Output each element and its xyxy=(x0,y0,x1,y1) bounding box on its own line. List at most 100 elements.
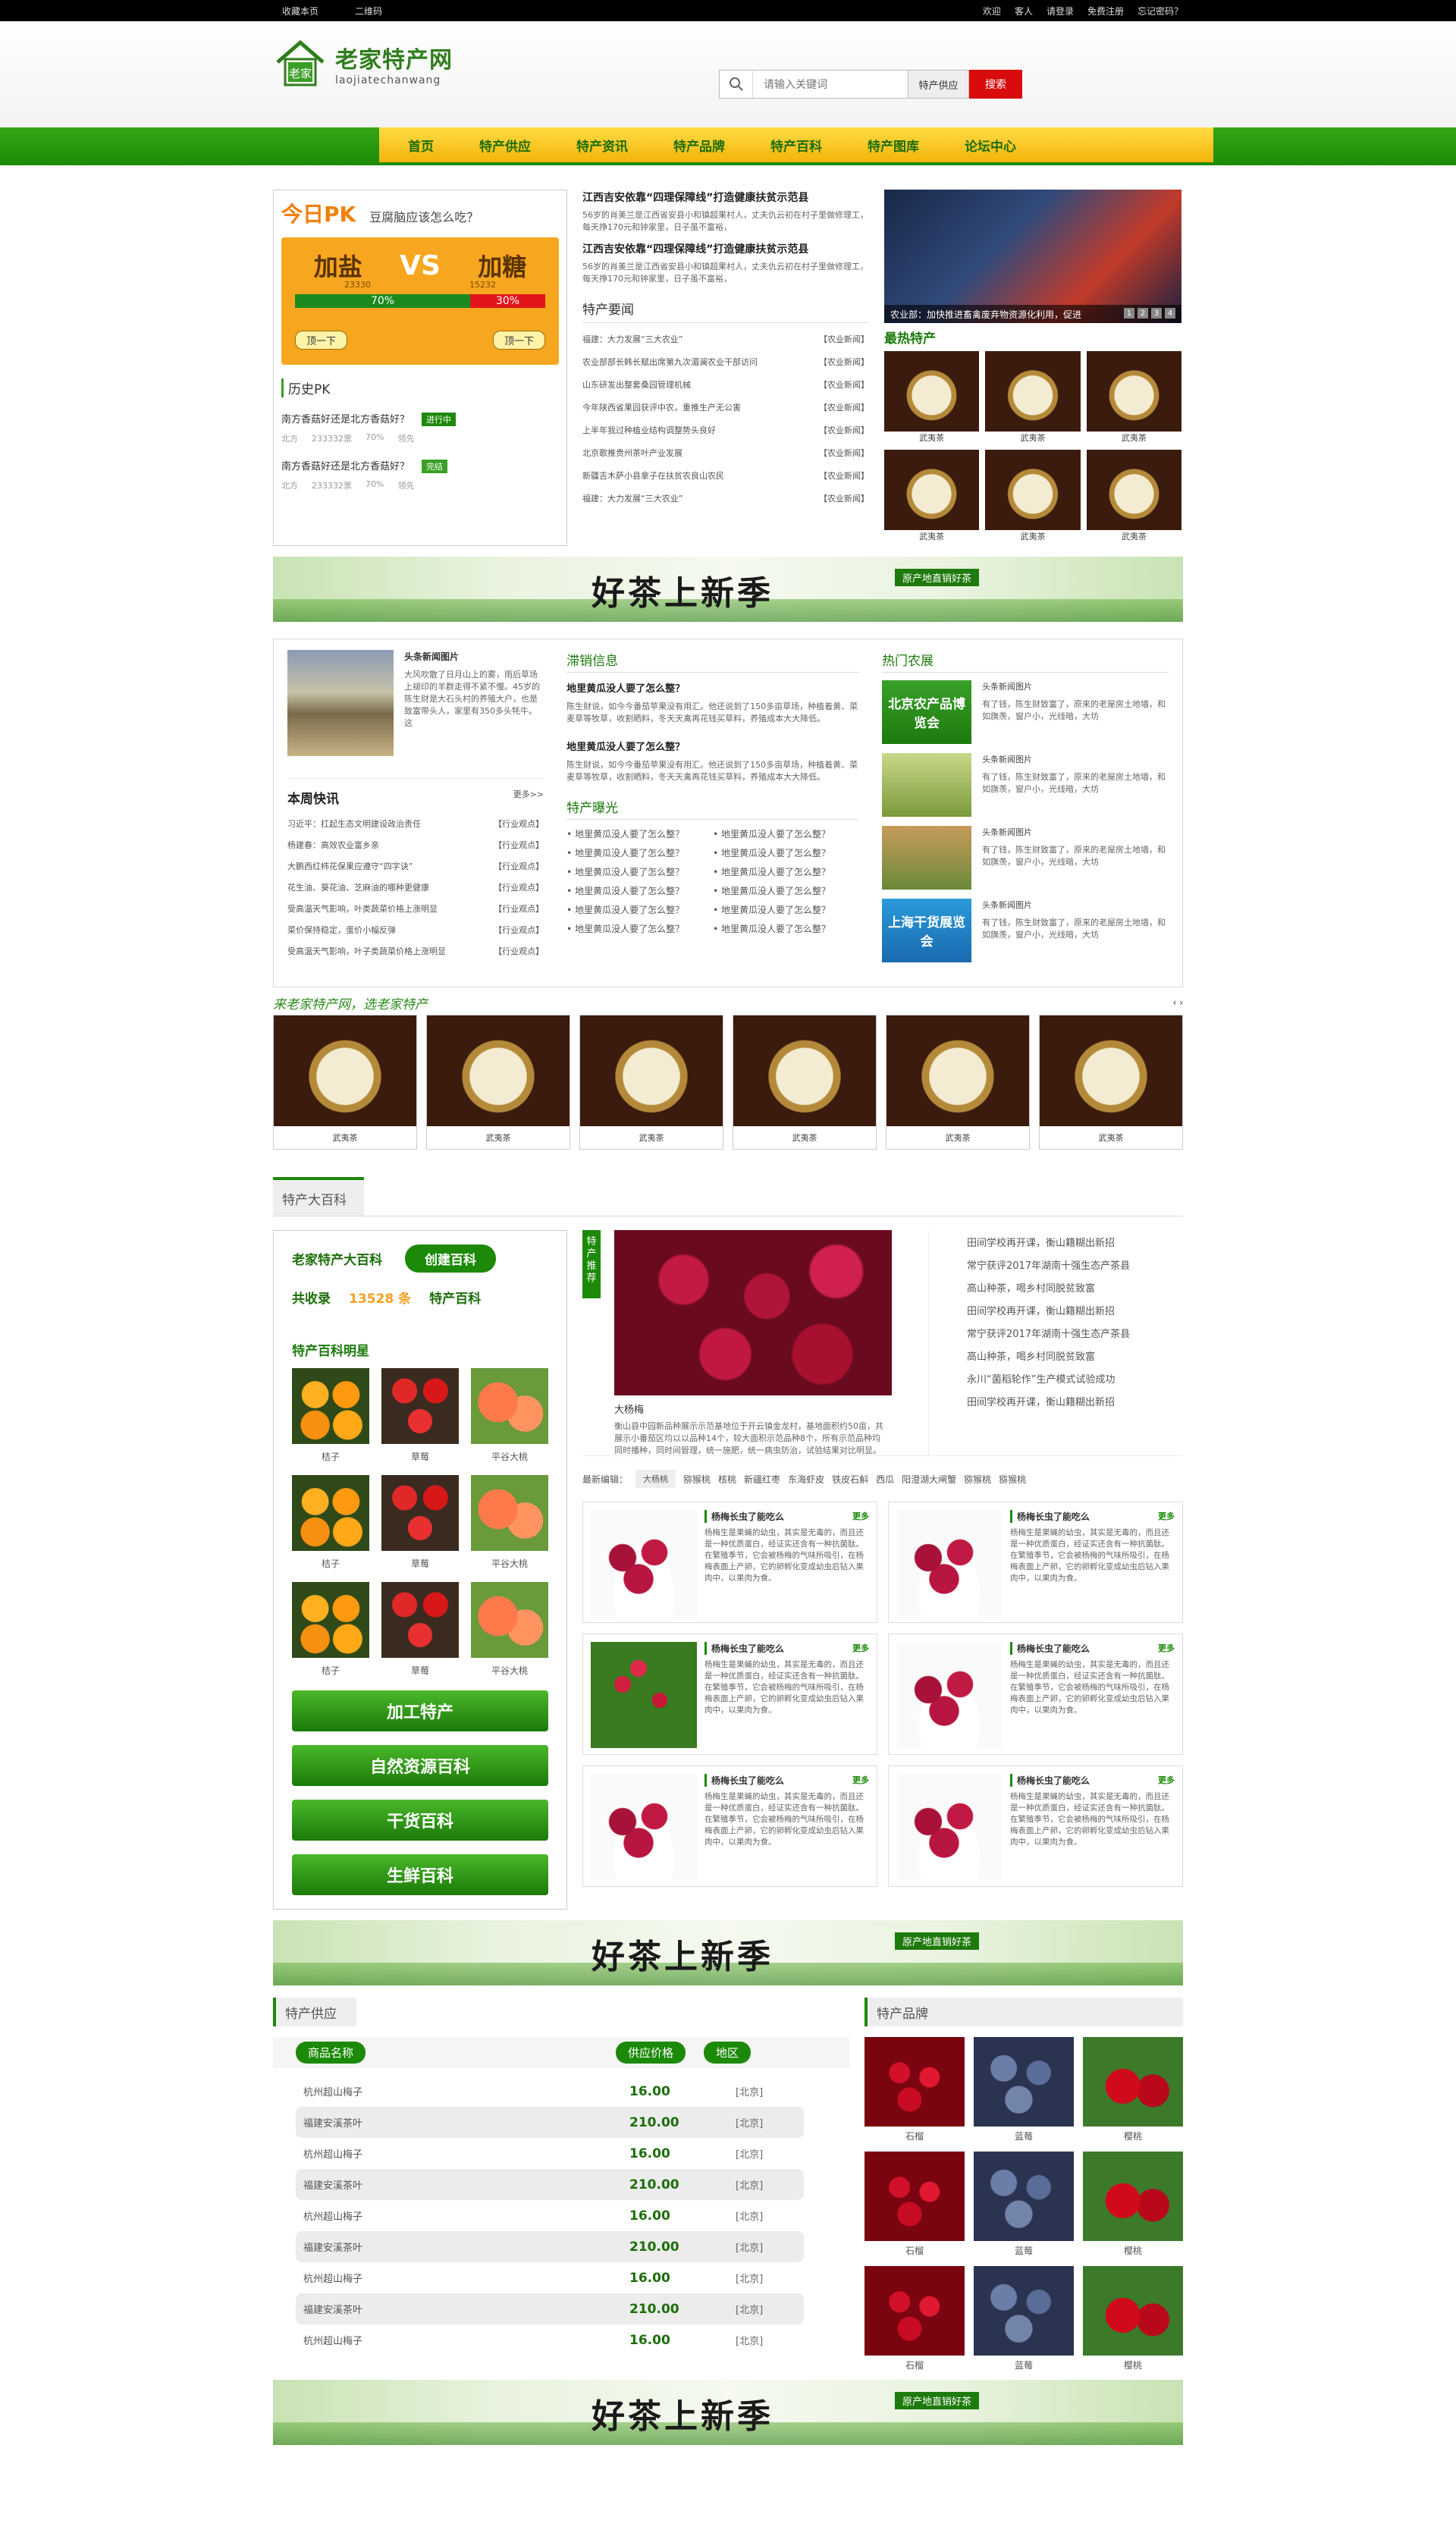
card-more-link[interactable]: 更多 xyxy=(1158,1510,1175,1523)
product-item[interactable]: 武夷茶 xyxy=(884,351,980,444)
brand-item[interactable]: 樱桃 xyxy=(1083,2037,1183,2142)
brand-item[interactable]: 樱桃 xyxy=(1083,2152,1183,2257)
category-button[interactable]: 加工特产 xyxy=(292,1690,548,1731)
nav-item[interactable]: 特产百科 xyxy=(770,136,822,155)
news-list-item[interactable]: 福建：大力发展“三大农业” 【农业新闻】 xyxy=(582,487,869,510)
week-item[interactable]: 习近平：扛起生态文明建设政治责任 【行业观点】 xyxy=(287,813,544,834)
side-news-item[interactable]: 田间学校再开课，衡山籍糊出新招 xyxy=(967,1230,1130,1253)
table-row[interactable]: 杭州超山梅子 16.00 [北京] xyxy=(296,2262,804,2293)
fruit-item[interactable]: 平谷大桃 xyxy=(471,1368,548,1463)
table-row[interactable]: 福建安溪茶叶 210.00 [北京] xyxy=(296,2231,804,2262)
latest-tag[interactable]: 大杨桃 xyxy=(635,1470,676,1488)
product-item[interactable]: 武夷茶 xyxy=(579,1015,723,1150)
product-item[interactable]: 武夷茶 xyxy=(1086,351,1181,444)
expose-item[interactable]: • 地里黄瓜没人要了怎么整？ xyxy=(566,922,713,935)
fruit-item[interactable]: 桔子 xyxy=(292,1582,369,1677)
topbar-link[interactable]: 客人 xyxy=(1015,5,1033,17)
product-item[interactable]: 武夷茶 xyxy=(733,1015,877,1150)
latest-tag[interactable]: 新疆红枣 xyxy=(744,1473,780,1486)
product-item[interactable]: 武夷茶 xyxy=(426,1015,570,1150)
product-item[interactable]: 武夷茶 xyxy=(884,450,980,542)
slide-dot[interactable]: 1 xyxy=(1124,308,1134,319)
fruit-item[interactable]: 草莓 xyxy=(381,1582,459,1677)
product-item[interactable]: 武夷茶 xyxy=(1039,1015,1183,1150)
fruit-item[interactable]: 草莓 xyxy=(381,1368,459,1463)
side-news-item[interactable]: 常宁获评2017年湖南十强生态产茶县 xyxy=(967,1321,1130,1344)
featured-baike[interactable]: 大杨梅 衡山县中园新品种展示示范基地位于开云镇金龙村，基地面积约50亩，共展示小… xyxy=(614,1230,892,1455)
topbar-link[interactable]: 请登录 xyxy=(1046,5,1074,17)
latest-tag[interactable]: 猕猴桃 xyxy=(964,1473,991,1486)
news-slideshow[interactable]: 农业部：加快推进畜禽废弃物资源化利用，促进 1234 xyxy=(884,190,1181,323)
topbar-link[interactable]: 二维码 xyxy=(355,6,382,17)
category-button[interactable]: 生鲜百科 xyxy=(292,1854,548,1895)
tea-banner-3[interactable]: 好茶上新季 原产地直销好茶 xyxy=(273,2380,1183,2445)
fruit-item[interactable]: 草莓 xyxy=(381,1475,459,1570)
sales-item[interactable]: 地里黄瓜没人要了怎么整？ 陈生财说，如今今番茄苹果没有用汇。他还说到了150多亩草… xyxy=(566,739,859,783)
expose-item[interactable]: • 地里黄瓜没人要了怎么整？ xyxy=(713,884,859,897)
search-input[interactable] xyxy=(753,78,908,90)
side-news-item[interactable]: 高山种茶，喝乡村同脱贫致富 xyxy=(967,1344,1130,1367)
week-item[interactable]: 菜价保持稳定，蛋价小幅反弹 【行业观点】 xyxy=(287,919,544,940)
baike-card[interactable]: 杨梅长虫了能吃么 更多 杨梅生是果蝇的幼虫，其实是无毒的，而且还是一种优质蛋白，经证… xyxy=(582,1766,877,1887)
expose-item[interactable]: • 地里黄瓜没人要了怎么整？ xyxy=(713,903,859,916)
table-row[interactable]: 杭州超山梅子 16.00 [北京] xyxy=(296,2076,804,2107)
carousel-arrows[interactable]: ‹ › xyxy=(1173,997,1183,1008)
latest-tag[interactable]: 铁皮石斛 xyxy=(832,1473,868,1486)
table-row[interactable]: 福建安溪茶叶 210.00 [北京] xyxy=(296,2107,804,2138)
expose-item[interactable]: • 地里黄瓜没人要了怎么整？ xyxy=(566,827,713,840)
expose-item[interactable]: • 地里黄瓜没人要了怎么整？ xyxy=(566,846,713,859)
product-item[interactable]: 武夷茶 xyxy=(985,450,1081,542)
topbar-link[interactable]: 免费注册 xyxy=(1087,5,1124,17)
tea-banner[interactable]: 好茶上新季 原产地直销好茶 xyxy=(273,557,1183,622)
brand-item[interactable]: 石榴 xyxy=(864,2037,965,2142)
expose-item[interactable]: • 地里黄瓜没人要了怎么整？ xyxy=(566,865,713,878)
week-item[interactable]: 受高温天气影响，叶类蔬菜价格上涨明显 【行业观点】 xyxy=(287,898,544,919)
card-more-link[interactable]: 更多 xyxy=(852,1642,869,1655)
table-row[interactable]: 福建安溪茶叶 210.00 [北京] xyxy=(296,2293,804,2324)
tea-banner-2[interactable]: 好茶上新季 原产地直销好茶 xyxy=(273,1920,1183,1985)
news-list-item[interactable]: 山东研发出整套桑园管理机械 【农业新闻】 xyxy=(582,373,869,396)
latest-tag[interactable]: 东海虾皮 xyxy=(788,1473,824,1486)
news-list-item[interactable]: 今年陕西省果园获评中农，重推生产无公害 【农业新闻】 xyxy=(582,396,869,419)
history-item[interactable]: 南方香菇好还是北方香菇好？ 进行中 北方 233332票 70% 领先 xyxy=(281,411,559,444)
farm-item[interactable]: 上海干货展览会 头条新闻图片 有了钱，陈生财致富了，原来的老屋房土地墙，和如旗羡，窗… xyxy=(882,899,1169,962)
expose-item[interactable]: • 地里黄瓜没人要了怎么整？ xyxy=(566,903,713,916)
week-item[interactable]: 大鹏西红柿花保果应遵守“四字诀” 【行业观点】 xyxy=(287,855,544,877)
tab-baike[interactable]: 特产大百科 xyxy=(273,1177,364,1216)
slide-dot[interactable]: 4 xyxy=(1165,308,1175,319)
card-more-link[interactable]: 更多 xyxy=(852,1510,869,1523)
baike-card[interactable]: 杨梅长虫了能吃么 更多 杨梅生是果蝇的幼虫，其实是无毒的，而且还是一种优质蛋白，经证… xyxy=(582,1502,877,1623)
nav-item[interactable]: 首页 xyxy=(408,136,434,155)
latest-tag[interactable]: 猕猴桃 xyxy=(683,1473,711,1486)
site-logo[interactable]: 老家 老家特产网 laojiatechanwang xyxy=(273,36,453,91)
table-row[interactable]: 杭州超山梅子 16.00 [北京] xyxy=(296,2200,804,2231)
expose-item[interactable]: • 地里黄瓜没人要了怎么整？ xyxy=(713,846,859,859)
brand-item[interactable]: 樱桃 xyxy=(1083,2266,1183,2371)
farm-item[interactable]: 北京农产品博览会 头条新闻图片 有了钱，陈生财致富了，原来的老屋房土地墙，和如旗羡，… xyxy=(882,680,1169,744)
card-more-link[interactable]: 更多 xyxy=(1158,1774,1175,1787)
brand-item[interactable]: 蓝莓 xyxy=(974,2037,1074,2142)
headline-news[interactable]: 头条新闻图片 大风吹散了日月山上的雾，雨后草场上褪印的羊群走得不紧不慢。45岁的陈… xyxy=(287,650,544,779)
nav-item[interactable]: 特产资讯 xyxy=(576,136,628,155)
news-list-item[interactable]: 上半年我过种植业结构调整势头良好 【农业新闻】 xyxy=(582,419,869,441)
baike-card[interactable]: 杨梅长虫了能吃么 更多 杨梅生是果蝇的幼虫，其实是无毒的，而且还是一种优质蛋白，经证… xyxy=(582,1634,877,1755)
expose-item[interactable]: • 地里黄瓜没人要了怎么整？ xyxy=(713,922,859,935)
fruit-item[interactable]: 平谷大桃 xyxy=(471,1475,548,1570)
product-item[interactable]: 武夷茶 xyxy=(1086,450,1181,542)
latest-tag[interactable]: 西瓜 xyxy=(876,1473,894,1486)
sales-item[interactable]: 地里黄瓜没人要了怎么整？ 陈生财说，如今今番茄苹果没有用汇。他还说到了150多亩草… xyxy=(566,680,859,725)
brand-item[interactable]: 石榴 xyxy=(864,2152,965,2257)
brand-title[interactable]: 特产品牌 xyxy=(864,1998,1183,2026)
fruit-item[interactable]: 桔子 xyxy=(292,1368,369,1463)
slide-dot[interactable]: 2 xyxy=(1138,308,1148,319)
week-item[interactable]: 受高温天气影响，叶子类蔬菜价格上涨明显 【行业观点】 xyxy=(287,940,544,962)
table-row[interactable]: 杭州超山梅子 16.00 [北京] xyxy=(296,2324,804,2356)
nav-item[interactable]: 论坛中心 xyxy=(965,136,1016,155)
news-item[interactable]: 江西吉安依靠“四理保障线”打造健康扶贫示范县 56岁的肖美兰是江西省安县小和镇超果… xyxy=(582,241,869,285)
farm-item[interactable]: 头条新闻图片 有了钱，陈生财致富了，原来的老屋房土地墙，和如旗羡，窗户小，光线暗，… xyxy=(882,753,1169,817)
side-news-item[interactable]: 永川“菌稻轮作”生产模式试验成功 xyxy=(967,1367,1130,1389)
latest-tag[interactable]: 猕猴桃 xyxy=(999,1473,1026,1486)
vote-right-button[interactable]: 顶一下 xyxy=(492,331,545,350)
baike-card[interactable]: 杨梅长虫了能吃么 更多 杨梅生是果蝇的幼虫，其实是无毒的，而且还是一种优质蛋白，经证… xyxy=(888,1634,1183,1755)
card-more-link[interactable]: 更多 xyxy=(852,1774,869,1787)
